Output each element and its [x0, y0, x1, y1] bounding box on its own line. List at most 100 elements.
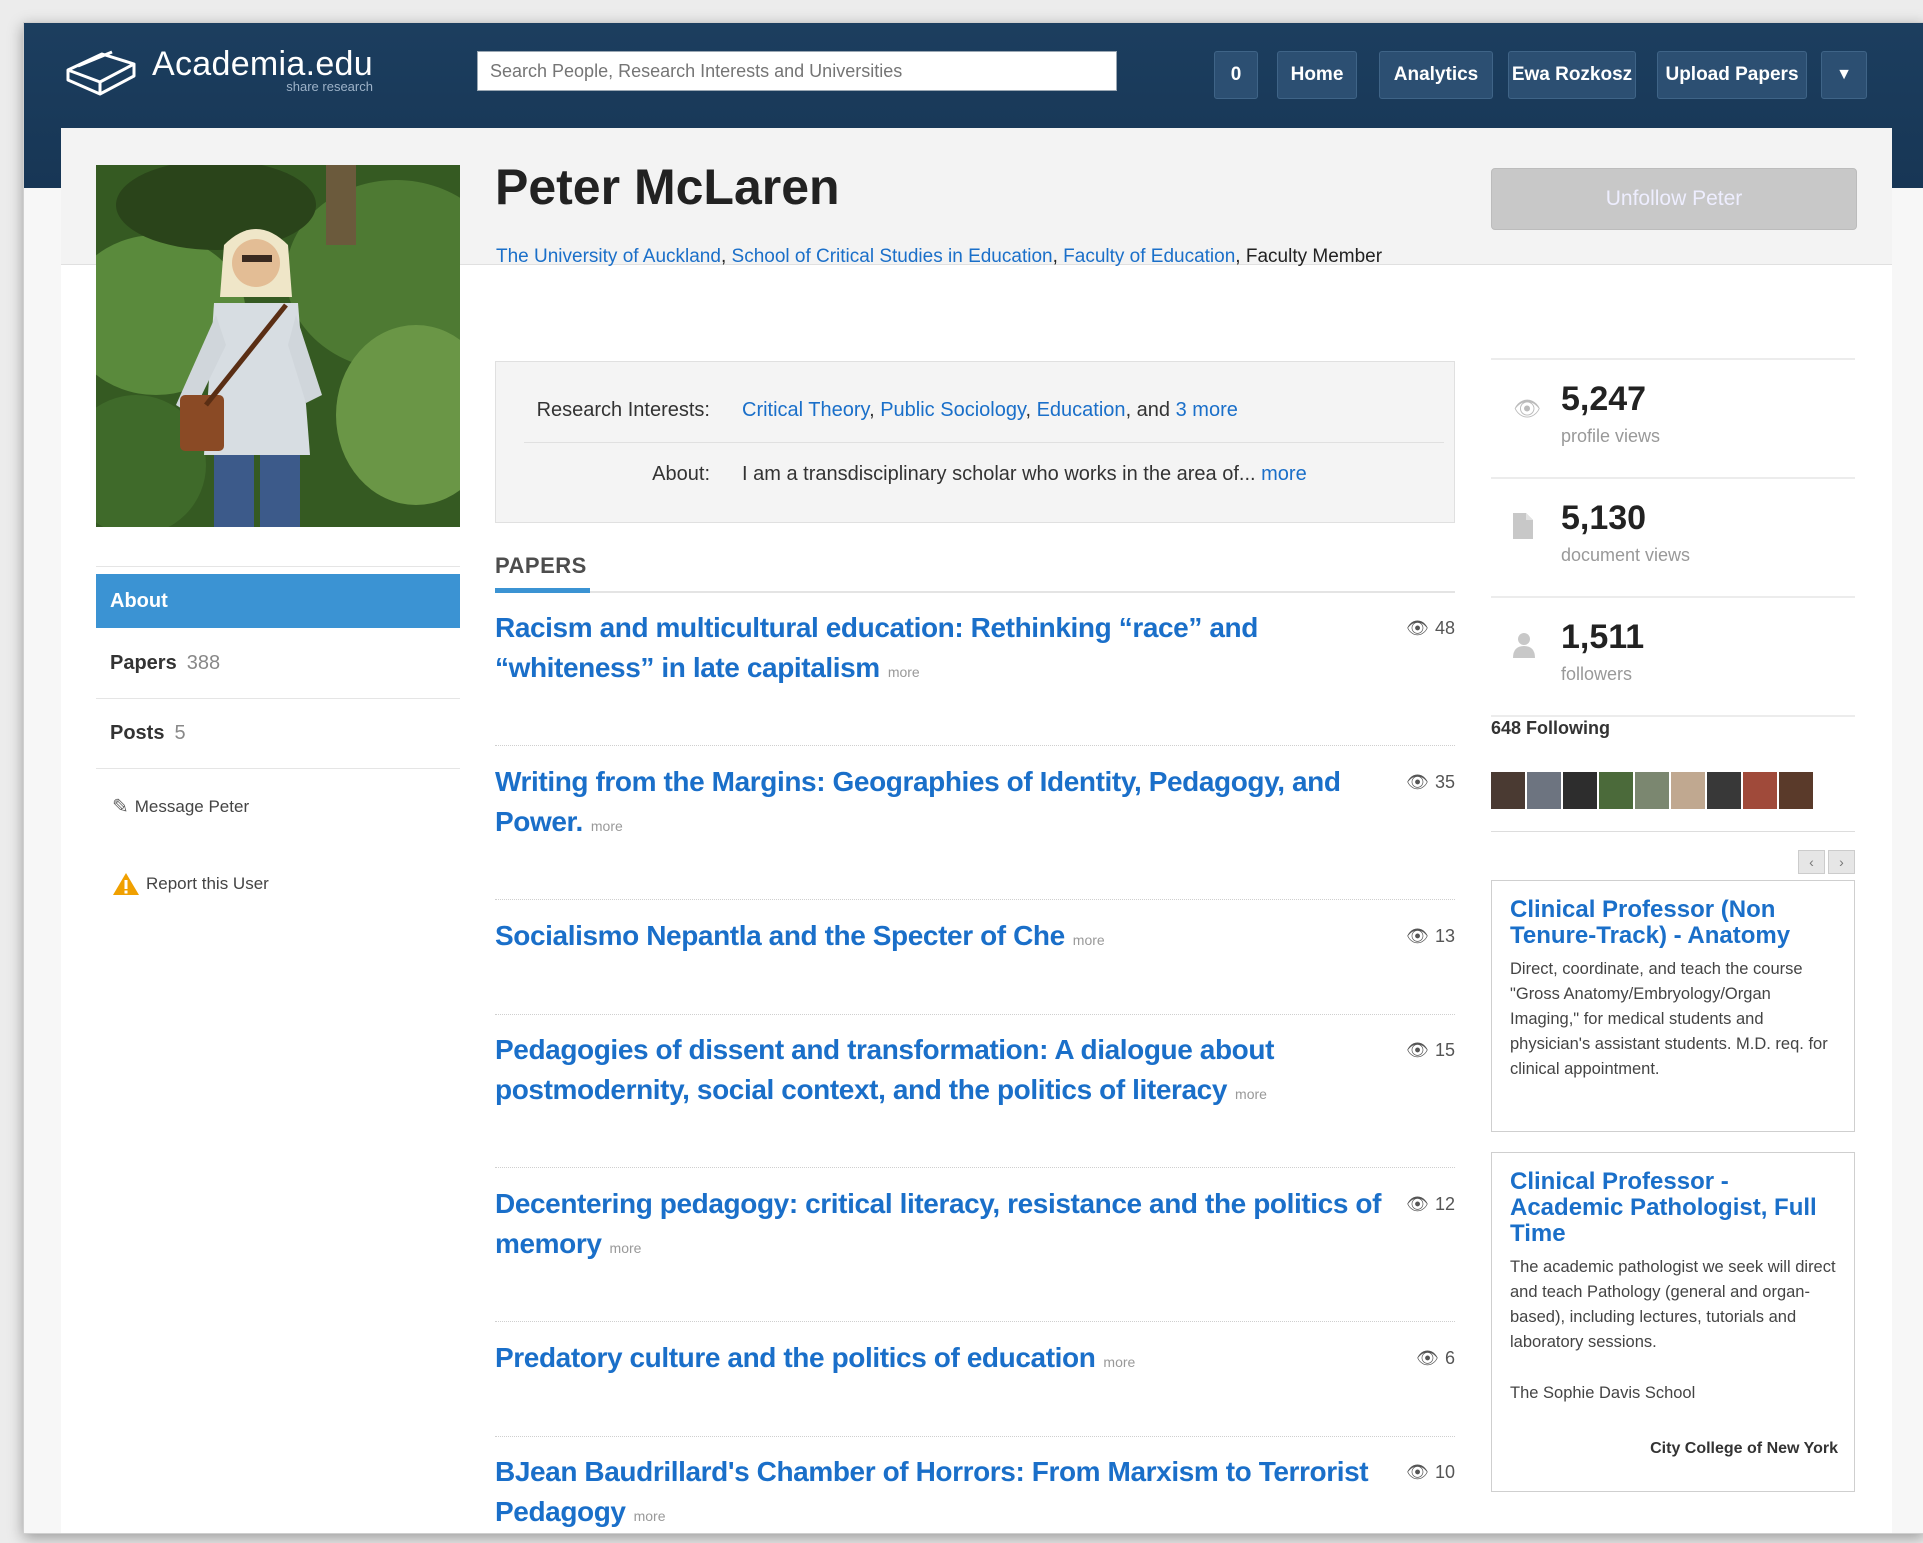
about-more-link[interactable]: more [1261, 463, 1307, 485]
paper-more-link[interactable]: more [634, 1508, 666, 1524]
report-user-button[interactable]: Report this User [96, 871, 269, 897]
stat-followers: 1,511 followers [1491, 596, 1855, 716]
eye-icon: 👁 [1406, 772, 1429, 792]
message-button[interactable]: ✎ Message Peter [96, 794, 249, 819]
paper-title[interactable]: Predatory culture and the politics of ed… [495, 1338, 1385, 1382]
document-icon [1513, 513, 1533, 544]
avatar[interactable] [1563, 772, 1597, 809]
paper-more-link[interactable]: more [591, 818, 623, 834]
posts-count: 5 [174, 722, 186, 744]
affiliation-university-link[interactable]: The University of Auckland [496, 246, 721, 267]
papers-divider [495, 591, 1455, 593]
info-box: Research Interests: Critical Theory, Pub… [495, 361, 1455, 523]
person-icon [1513, 632, 1535, 663]
chevron-right-icon: › [1839, 854, 1844, 870]
papers-heading-underline [495, 588, 590, 593]
avatar[interactable] [1635, 772, 1669, 809]
avatar[interactable] [1527, 772, 1561, 809]
profile-card: Peter McLaren The University of Auckland… [61, 128, 1892, 1533]
papers-count: 388 [186, 652, 221, 674]
ads-next-button[interactable]: › [1828, 850, 1855, 874]
paper-views: 👁 6 [1416, 1348, 1455, 1368]
paper-title[interactable]: Racism and multicultural education: Reth… [495, 608, 1385, 692]
paper-item: Racism and multicultural education: Reth… [495, 608, 1455, 746]
job-ad[interactable]: Clinical Professor - Academic Pathologis… [1491, 1152, 1855, 1492]
nav-dropdown-button[interactable]: ▼ [1821, 51, 1867, 99]
avatar[interactable] [1671, 772, 1705, 809]
about-label: About: [652, 463, 710, 485]
paper-item: BJean Baudrillard's Chamber of Horrors: … [495, 1452, 1455, 1533]
paper-item: Pedagogies of dissent and transformation… [495, 1030, 1455, 1168]
search-input[interactable] [477, 51, 1117, 91]
paper-title[interactable]: Socialismo Nepantla and the Specter of C… [495, 916, 1385, 960]
paper-item: Writing from the Margins: Geographies of… [495, 762, 1455, 900]
nav-upload-papers[interactable]: Upload Papers [1657, 51, 1807, 99]
paper-views: 👁 15 [1406, 1040, 1455, 1060]
following-count[interactable]: 648 Following [1491, 718, 1610, 739]
stat-document-views: 5,130 document views [1491, 477, 1855, 597]
profile-name: Peter McLaren [495, 159, 840, 215]
unfollow-button[interactable]: Unfollow Peter [1491, 168, 1857, 230]
message-label: Message Peter [134, 796, 250, 816]
nav-home[interactable]: Home [1277, 51, 1357, 99]
chevron-down-icon: ▼ [1836, 66, 1852, 83]
avatar[interactable] [1779, 772, 1813, 809]
interest-link[interactable]: Critical Theory [742, 399, 869, 421]
book-stack-icon [66, 50, 136, 96]
sidebar-item-label: Papers [110, 652, 177, 674]
eye-icon: 👁 [1406, 1194, 1429, 1214]
sidebar-item-papers[interactable]: Papers 388 [96, 629, 460, 699]
papers-heading: PAPERS [495, 553, 587, 578]
ads-prev-button[interactable]: ‹ [1798, 850, 1825, 874]
interest-link[interactable]: Education [1037, 399, 1126, 421]
paper-more-link[interactable]: more [888, 664, 920, 680]
sidebar-item-about[interactable]: About [96, 574, 460, 628]
job-ad-institution: City College of New York [1650, 1440, 1838, 1457]
profile-affiliation: The University of Auckland, School of Cr… [496, 246, 1383, 267]
nav-analytics[interactable]: Analytics [1379, 51, 1493, 99]
avatar[interactable] [1707, 772, 1741, 809]
job-ad-body: Direct, coordinate, and teach the course… [1510, 960, 1828, 1078]
paper-title[interactable]: Writing from the Margins: Geographies of… [495, 762, 1385, 846]
avatar[interactable] [1491, 772, 1525, 809]
job-ad-title[interactable]: Clinical Professor - Academic Pathologis… [1510, 1169, 1838, 1247]
paper-more-link[interactable]: more [610, 1240, 642, 1256]
sidebar-item-posts[interactable]: Posts 5 [96, 699, 460, 769]
paper-title[interactable]: Pedagogies of dissent and transformation… [495, 1030, 1385, 1114]
interests-more-link[interactable]: 3 more [1176, 399, 1238, 421]
interest-link[interactable]: Public Sociology [880, 399, 1025, 421]
paper-views: 👁 12 [1406, 1194, 1455, 1214]
paper-title[interactable]: Decentering pedagogy: critical literacy,… [495, 1184, 1385, 1268]
paper-title[interactable]: BJean Baudrillard's Chamber of Horrors: … [495, 1452, 1385, 1533]
interests-label: Research Interests: [536, 399, 710, 421]
avatar[interactable] [1743, 772, 1777, 809]
job-ad-school: The Sophie Davis School [1510, 1384, 1696, 1402]
avatar[interactable] [1599, 772, 1633, 809]
sidebar-divider [96, 566, 460, 567]
paper-views: 👁 48 [1406, 618, 1455, 638]
following-avatars [1491, 772, 1813, 809]
info-divider [524, 442, 1444, 443]
paper-more-link[interactable]: more [1103, 1354, 1135, 1370]
notifications-button[interactable]: 0 [1214, 51, 1258, 99]
job-ad-title[interactable]: Clinical Professor (Non Tenure-Track) - … [1510, 897, 1838, 949]
job-ad[interactable]: Clinical Professor (Non Tenure-Track) - … [1491, 880, 1855, 1132]
chevron-left-icon: ‹ [1809, 854, 1814, 870]
browser-frame: Academia.edu share research 0 Home Analy… [23, 22, 1923, 1534]
stats-divider [1491, 715, 1855, 717]
paper-more-link[interactable]: more [1235, 1086, 1267, 1102]
paper-item: Decentering pedagogy: critical literacy,… [495, 1184, 1455, 1322]
brand-name: Academia.edu [152, 44, 373, 83]
paper-item: Socialismo Nepantla and the Specter of C… [495, 916, 1455, 1015]
eye-icon: 👁 [1406, 1040, 1429, 1060]
eye-icon: 👁 [1416, 1348, 1439, 1368]
paper-views: 👁 13 [1406, 926, 1455, 946]
academia-logo[interactable]: Academia.edu share research [62, 35, 373, 105]
affiliation-faculty-link[interactable]: Faculty of Education [1063, 246, 1235, 267]
edit-icon: ✎ [112, 796, 129, 818]
paper-more-link[interactable]: more [1073, 932, 1105, 948]
paper-views: 👁 10 [1406, 1462, 1455, 1482]
job-ad-body: The academic pathologist we seek will di… [1510, 1258, 1836, 1351]
nav-user[interactable]: Ewa Rozkosz [1508, 51, 1636, 99]
affiliation-school-link[interactable]: School of Critical Studies in Education [732, 246, 1053, 267]
